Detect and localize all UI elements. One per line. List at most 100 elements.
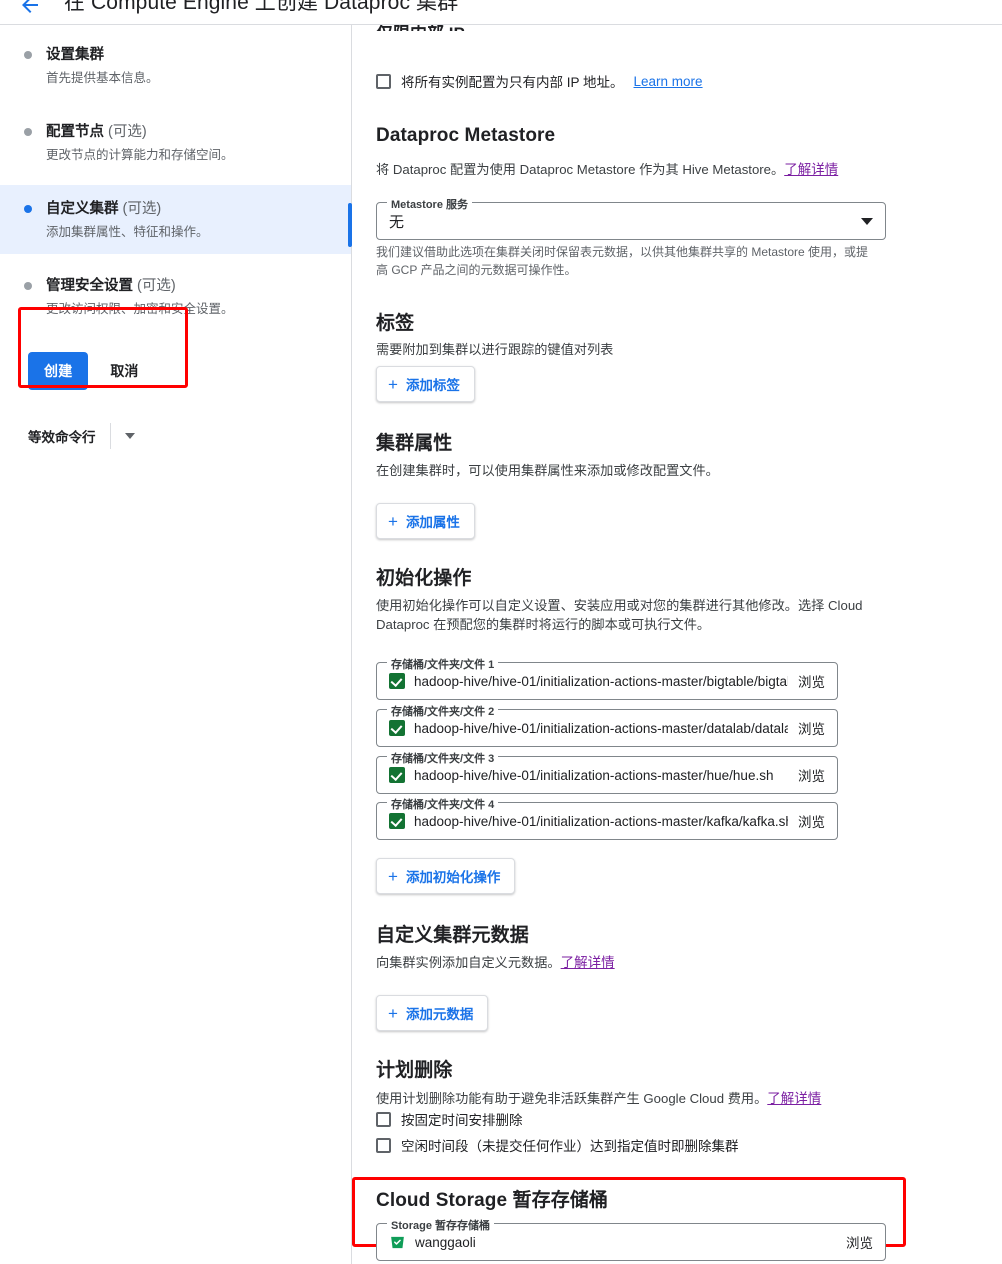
- step-bullet-icon: [24, 205, 32, 213]
- metastore-service-value: 无: [389, 213, 405, 231]
- labels-heading: 标签: [376, 313, 415, 334]
- cancel-button[interactable]: 取消: [94, 352, 154, 390]
- plus-icon: +: [388, 866, 398, 886]
- init-action-file-value: hadoop-hive/hive-01/initialization-actio…: [414, 813, 788, 829]
- step-title-text: 自定义集群: [46, 201, 119, 217]
- custom-metadata-learn-more-link[interactable]: 了解详情: [561, 955, 615, 970]
- top-bar: 在 Compute Engine 上创建 Dataproc 集群: [0, 0, 1002, 25]
- create-dataproc-cluster-page: 在 Compute Engine 上创建 Dataproc 集群 设置集群 首先…: [0, 0, 1002, 1264]
- metastore-service-legend: Metastore 服务: [387, 196, 473, 212]
- init-action-file-legend: 存储桶/文件夹/文件 4: [387, 796, 499, 812]
- step-title: 管理安全设置 (可选): [46, 274, 234, 295]
- init-action-file-row[interactable]: 存储桶/文件夹/文件 1 hadoop-hive/hive-01/initial…: [376, 656, 838, 700]
- init-action-file-row[interactable]: 存储桶/文件夹/文件 2 hadoop-hive/hive-01/initial…: [376, 703, 838, 747]
- scheduled-deletion-description-text: 使用计划删除功能有助于避免非活跃集群产生 Google Cloud 费用。: [376, 1091, 768, 1106]
- add-init-action-button[interactable]: + 添加初始化操作: [376, 858, 516, 894]
- sidebar-item-customize-cluster[interactable]: 自定义集群 (可选) 添加集群属性、特征和操作。: [0, 185, 352, 254]
- check-ok-icon: [389, 720, 405, 736]
- step-description: 添加集群属性、特征和操作。: [46, 225, 209, 239]
- sidebar-item-manage-security[interactable]: 管理安全设置 (可选) 更改访问权限、加密和安全设置。: [0, 262, 351, 331]
- add-label-button[interactable]: + 添加标签: [376, 366, 475, 402]
- internal-ip-heading: 仅限内部 IP: [376, 25, 465, 31]
- init-action-file-row[interactable]: 存储桶/文件夹/文件 3 hadoop-hive/hive-01/initial…: [376, 750, 838, 794]
- labels-description: 需要附加到集群以进行跟踪的键值对列表: [376, 342, 614, 357]
- scheduled-deletion-fixed-time-checkbox[interactable]: [376, 1111, 391, 1127]
- init-actions-description: 使用初始化操作可以自定义设置、安装应用或对您的集群进行其他修改。选择 Cloud…: [376, 598, 863, 633]
- step-optional-text: (可选): [104, 124, 147, 140]
- init-actions-heading: 初始化操作: [376, 568, 472, 589]
- add-metadata-button-text: 添加元数据: [405, 1007, 474, 1022]
- browse-button[interactable]: 浏览: [798, 765, 825, 785]
- divider: [109, 423, 111, 449]
- plus-icon: +: [388, 374, 398, 394]
- browse-button[interactable]: 浏览: [798, 718, 825, 738]
- check-ok-icon: [389, 673, 405, 689]
- scheduled-deletion-fixed-time-row[interactable]: 按固定时间安排删除: [376, 1109, 523, 1129]
- add-property-button[interactable]: + 添加属性: [376, 503, 475, 539]
- internal-ip-label: 将所有实例配置为只有内部 IP 地址。: [401, 75, 624, 90]
- browse-button[interactable]: 浏览: [846, 1232, 873, 1252]
- page-title: 在 Compute Engine 上创建 Dataproc 集群: [64, 0, 459, 14]
- custom-metadata-description-text: 向集群实例添加自定义元数据。: [376, 955, 561, 970]
- init-action-file-value: hadoop-hive/hive-01/initialization-actio…: [414, 767, 774, 783]
- step-title-text: 管理安全设置: [46, 278, 133, 294]
- metastore-learn-more-link[interactable]: 了解详情: [784, 162, 838, 177]
- bucket-icon: [389, 1234, 406, 1251]
- equivalent-command-line-label[interactable]: 等效命令行: [28, 426, 110, 446]
- step-description: 首先提供基本信息。: [46, 71, 159, 85]
- step-bullet-icon: [24, 282, 32, 290]
- plus-icon: +: [388, 1003, 398, 1023]
- chevron-down-icon[interactable]: [124, 433, 135, 439]
- create-button[interactable]: 创建: [28, 352, 89, 390]
- add-property-button-text: 添加属性: [405, 515, 460, 530]
- metastore-service-select[interactable]: Metastore 服务 无: [376, 196, 886, 240]
- step-title: 设置集群: [46, 43, 159, 64]
- staging-bucket-field[interactable]: Storage 暂存存储桶 wanggaoli 浏览: [376, 1217, 886, 1261]
- scheduled-deletion-learn-more-link[interactable]: 了解详情: [767, 1091, 821, 1106]
- scheduled-deletion-heading: 计划删除: [376, 1060, 453, 1081]
- internal-ip-checkbox[interactable]: [376, 73, 391, 89]
- add-init-action-button-text: 添加初始化操作: [405, 870, 501, 885]
- browse-button[interactable]: 浏览: [798, 671, 825, 691]
- metastore-description-text: 将 Dataproc 配置为使用 Dataproc Metastore 作为其 …: [376, 162, 785, 177]
- arrow-back-icon[interactable]: [18, 0, 42, 17]
- browse-button[interactable]: 浏览: [798, 811, 825, 831]
- equivalent-command-line-row: 等效命令行: [28, 423, 135, 449]
- step-optional-text: (可选): [118, 201, 162, 217]
- add-metadata-button[interactable]: + 添加元数据: [376, 995, 489, 1031]
- scheduled-deletion-description: 使用计划删除功能有助于避免非活跃集群产生 Google Cloud 费用。了解详…: [376, 1089, 821, 1109]
- custom-metadata-description: 向集群实例添加自定义元数据。了解详情: [376, 953, 615, 973]
- staging-bucket-legend: Storage 暂存存储桶: [387, 1217, 495, 1233]
- internal-ip-checkbox-row[interactable]: 将所有实例配置为只有内部 IP 地址。 Learn more: [376, 71, 703, 91]
- check-ok-icon: [389, 767, 405, 783]
- metastore-hint: 我们建议借助此选项在集群关闭时保留表元数据，以供其他集群共享的 Metastor…: [376, 245, 869, 277]
- step-title-text: 设置集群: [46, 47, 104, 63]
- scheduled-deletion-idle-row[interactable]: 空闲时间段（未提交任何作业）达到指定值时即删除集群: [376, 1135, 739, 1155]
- sidebar-item-configure-nodes[interactable]: 配置节点 (可选) 更改节点的计算能力和存储空间。: [0, 108, 351, 177]
- step-title-text: 配置节点: [46, 124, 104, 140]
- plus-icon: +: [388, 511, 398, 531]
- steps-sidebar: 设置集群 首先提供基本信息。 配置节点 (可选) 更改节点的计算能力和存储空间。…: [0, 25, 352, 1264]
- init-action-file-value: hadoop-hive/hive-01/initialization-actio…: [414, 673, 788, 689]
- step-title: 自定义集群 (可选): [46, 197, 209, 218]
- step-description: 更改访问权限、加密和安全设置。: [46, 302, 234, 316]
- init-action-file-legend: 存储桶/文件夹/文件 1: [387, 656, 499, 672]
- scheduled-deletion-fixed-time-label: 按固定时间安排删除: [401, 1113, 523, 1128]
- step-description: 更改节点的计算能力和存储空间。: [46, 148, 234, 162]
- sidebar-item-setup-cluster[interactable]: 设置集群 首先提供基本信息。: [0, 31, 351, 100]
- step-optional-text: (可选): [133, 278, 176, 294]
- scheduled-deletion-idle-checkbox[interactable]: [376, 1137, 391, 1153]
- chevron-down-icon[interactable]: [861, 217, 873, 225]
- action-buttons-row: 创建 取消: [28, 352, 154, 390]
- check-ok-icon: [389, 813, 405, 829]
- scheduled-deletion-idle-label: 空闲时间段（未提交任何作业）达到指定值时即删除集群: [401, 1139, 739, 1154]
- cluster-properties-description: 在创建集群时，可以使用集群属性来添加或修改配置文件。: [376, 463, 719, 478]
- init-action-file-row[interactable]: 存储桶/文件夹/文件 4 hadoop-hive/hive-01/initial…: [376, 796, 838, 840]
- metastore-description: 将 Dataproc 配置为使用 Dataproc Metastore 作为其 …: [376, 160, 838, 180]
- custom-metadata-heading: 自定义集群元数据: [376, 925, 529, 946]
- internal-ip-learn-more-link[interactable]: Learn more: [634, 74, 703, 89]
- init-action-file-value: hadoop-hive/hive-01/initialization-actio…: [414, 720, 788, 736]
- metastore-heading: Dataproc Metastore: [376, 125, 556, 146]
- init-action-file-legend: 存储桶/文件夹/文件 3: [387, 750, 499, 766]
- cluster-properties-heading: 集群属性: [376, 433, 453, 454]
